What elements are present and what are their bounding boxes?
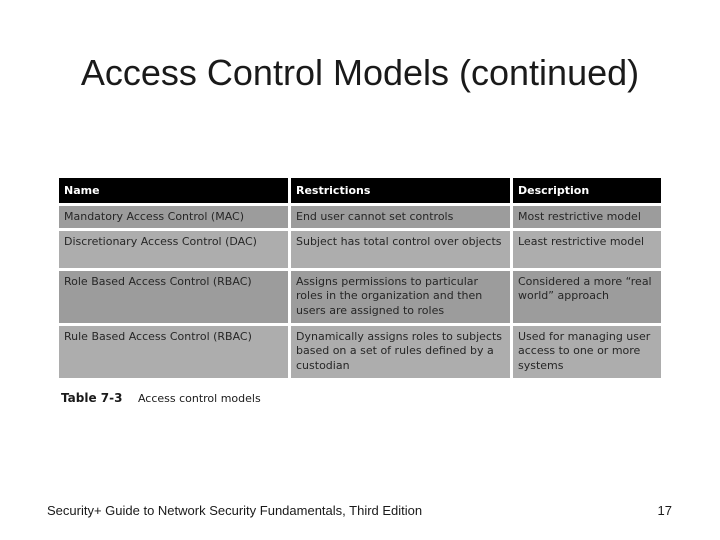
caption-text: Access control models (137, 391, 261, 405)
table-caption: Table 7-3 Access control models (61, 391, 661, 405)
table-header-row: Name Restrictions Description (59, 178, 661, 203)
page-number: 17 (657, 503, 672, 518)
cell-restrictions: Assigns permissions to particular roles … (291, 270, 510, 323)
header-description: Description (513, 178, 661, 203)
access-control-models-table: Name Restrictions Description Mandatory … (56, 175, 664, 381)
table-row: Rule Based Access Control (RBAC) Dynamic… (59, 325, 661, 378)
slide-title: Access Control Models (continued) (80, 52, 640, 93)
cell-name: Rule Based Access Control (RBAC) (59, 325, 288, 378)
table-figure: Name Restrictions Description Mandatory … (59, 178, 661, 405)
cell-name: Role Based Access Control (RBAC) (59, 270, 288, 323)
cell-restrictions: End user cannot set controls (291, 206, 510, 228)
footer-text: Security+ Guide to Network Security Fund… (47, 503, 423, 518)
cell-restrictions: Dynamically assigns roles to subjects ba… (291, 325, 510, 378)
table-row: Role Based Access Control (RBAC) Assigns… (59, 270, 661, 323)
cell-description: Considered a more “real world” approach (513, 270, 661, 323)
header-restrictions: Restrictions (291, 178, 510, 203)
cell-description: Used for managing user access to one or … (513, 325, 661, 378)
header-name: Name (59, 178, 288, 203)
caption-label: Table 7-3 (61, 390, 123, 405)
cell-restrictions: Subject has total control over objects (291, 230, 510, 268)
cell-description: Most restrictive model (513, 206, 661, 228)
cell-name: Discretionary Access Control (DAC) (59, 230, 288, 268)
cell-description: Least restrictive model (513, 230, 661, 268)
table-row: Discretionary Access Control (DAC) Subje… (59, 230, 661, 268)
cell-name: Mandatory Access Control (MAC) (59, 206, 288, 228)
table-row: Mandatory Access Control (MAC) End user … (59, 206, 661, 228)
